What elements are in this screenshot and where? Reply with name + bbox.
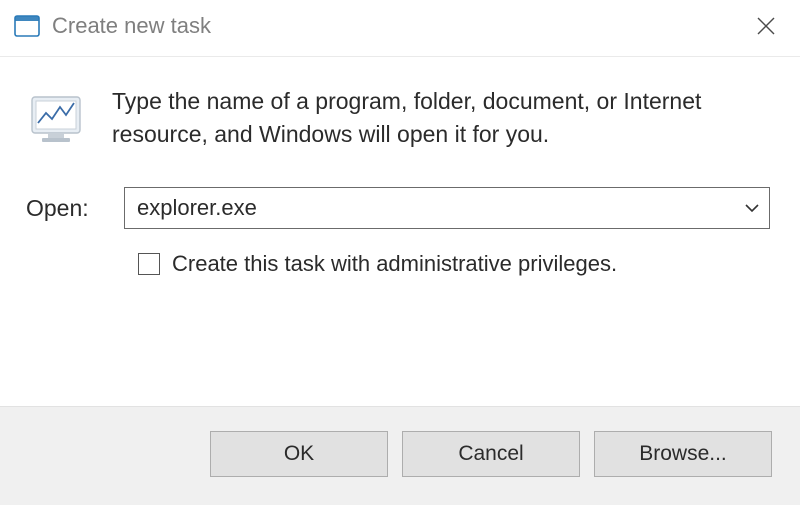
app-icon <box>14 14 40 38</box>
dialog-footer: OK Cancel Browse... <box>0 406 800 505</box>
instruction-text: Type the name of a program, folder, docu… <box>112 85 770 152</box>
open-combobox[interactable] <box>124 187 770 229</box>
instruction-row: Type the name of a program, folder, docu… <box>26 85 770 153</box>
dialog-content: Type the name of a program, folder, docu… <box>0 57 800 297</box>
ok-button[interactable]: OK <box>210 431 388 477</box>
open-row: Open: <box>26 187 770 229</box>
open-label: Open: <box>26 195 104 222</box>
browse-button[interactable]: Browse... <box>594 431 772 477</box>
cancel-button[interactable]: Cancel <box>402 431 580 477</box>
window-title: Create new task <box>52 13 211 39</box>
chevron-down-icon <box>744 203 760 213</box>
run-icon <box>26 89 90 153</box>
admin-label: Create this task with administrative pri… <box>172 251 617 277</box>
close-button[interactable] <box>750 10 782 42</box>
open-input[interactable] <box>125 191 735 225</box>
admin-checkbox[interactable] <box>138 253 160 275</box>
titlebar: Create new task <box>0 0 800 57</box>
close-icon <box>756 16 776 36</box>
combobox-dropdown-button[interactable] <box>735 188 769 228</box>
titlebar-left: Create new task <box>14 13 211 39</box>
admin-row: Create this task with administrative pri… <box>26 251 770 277</box>
